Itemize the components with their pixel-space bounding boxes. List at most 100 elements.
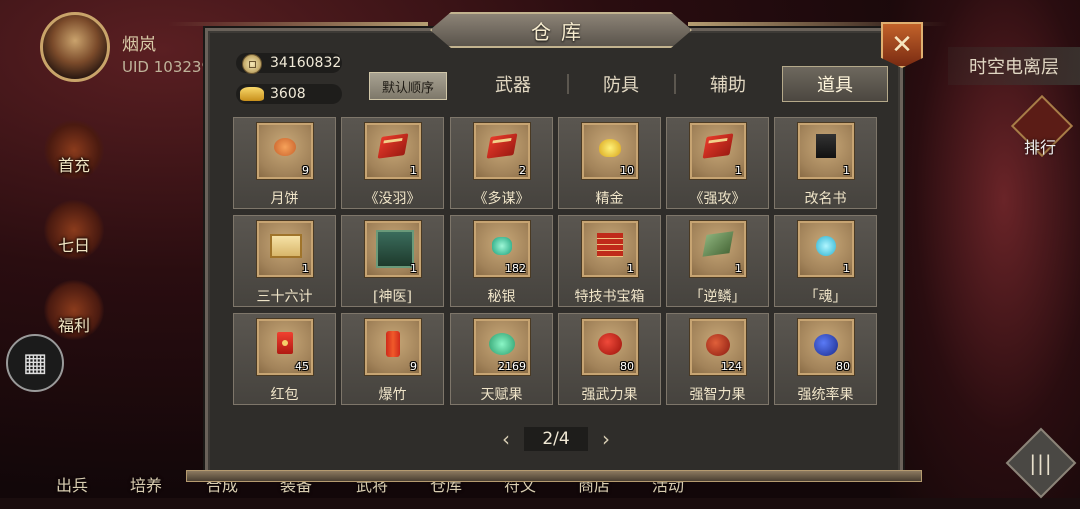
prev-page-button[interactable]: ‹: [496, 427, 516, 451]
item-slot[interactable]: 1 「逆鳞」: [666, 215, 769, 307]
sort-order-button[interactable]: 默认顺序: [369, 72, 447, 100]
page-indicator: 2/4: [524, 427, 588, 451]
item-count: 80: [836, 360, 850, 373]
pomegranate-icon: [706, 334, 730, 356]
item-count: 1: [735, 262, 742, 275]
redbooks-icon: [597, 233, 623, 257]
item-name: 《多谋》: [473, 191, 530, 207]
zone-name-banner[interactable]: 时空电离层: [948, 47, 1080, 85]
item-count: 1: [410, 164, 417, 177]
seven-day-label: 七日: [57, 236, 90, 255]
item-count: 80: [620, 360, 634, 373]
uid-label: UID: [122, 58, 149, 76]
player-uid: UID 103239: [122, 58, 211, 76]
blackbook-icon: [816, 134, 836, 158]
item-count: 1: [843, 262, 850, 275]
panel-bottom-bar: [186, 470, 922, 482]
cube-icon[interactable]: ▦: [6, 334, 64, 392]
item-slot[interactable]: 182 秘银: [450, 215, 553, 307]
item-slot[interactable]: 9 爆竹: [341, 313, 444, 405]
gold-display: 3608: [236, 84, 342, 104]
item-name: 强统率果: [797, 387, 854, 403]
tab-armor[interactable]: 防具: [568, 66, 674, 102]
item-grid: 9 月饼 1 《没羽》 2 《多谋》 10 精金 1 《强攻》 1 改名书 1 三十六计 1 [神医] 182 秘…: [233, 117, 879, 405]
item-count: 2169: [498, 360, 526, 373]
uid-value: 103239: [153, 58, 211, 76]
item-count: 2: [519, 164, 526, 177]
bluefruit-icon: [814, 334, 838, 356]
greenbook-icon: [702, 231, 734, 257]
item-name: 《没羽》: [364, 191, 421, 207]
item-count: 124: [721, 360, 742, 373]
bottom-tab-train[interactable]: 培养: [130, 472, 162, 496]
firecracker-icon: [386, 331, 400, 357]
pagination: ‹ 2/4 ›: [496, 426, 616, 452]
copper-amount: 34160832: [270, 55, 342, 71]
item-count: 10: [620, 164, 634, 177]
item-slot[interactable]: 1 《没羽》: [341, 117, 444, 209]
welfare-button[interactable]: 福利: [44, 280, 104, 340]
item-name: 改名书: [804, 191, 847, 207]
talentfruit-icon: [489, 333, 515, 355]
item-slot[interactable]: 2 《多谋》: [450, 117, 553, 209]
item-slot[interactable]: 80 强统率果: [774, 313, 877, 405]
item-name: 《强攻》: [689, 191, 746, 207]
item-slot[interactable]: 1 「魂」: [774, 215, 877, 307]
item-count: 182: [505, 262, 526, 275]
item-count: 1: [843, 164, 850, 177]
item-slot[interactable]: 1 改名书: [774, 117, 877, 209]
first-recharge-label: 首充: [57, 156, 90, 175]
tab-weapons[interactable]: 武器: [460, 66, 566, 102]
item-count: 1: [627, 262, 634, 275]
item-name: 精金: [595, 191, 624, 207]
item-slot[interactable]: 1 《强攻》: [666, 117, 769, 209]
welfare-label: 福利: [57, 316, 90, 335]
item-slot[interactable]: 1 特技书宝箱: [558, 215, 661, 307]
item-name: 特技书宝箱: [574, 289, 645, 305]
mooncake-icon: [274, 138, 296, 156]
book-icon: [702, 133, 734, 159]
gold-amount: 3608: [270, 86, 306, 102]
redfruit-icon: [598, 333, 622, 355]
rank-label: 排行: [1023, 138, 1056, 157]
item-name: [神医]: [373, 289, 412, 305]
item-name: 爆竹: [378, 387, 407, 403]
item-slot[interactable]: 1 [神医]: [341, 215, 444, 307]
item-name: 强智力果: [689, 387, 746, 403]
item-name: 三十六计: [256, 289, 313, 305]
scroll-icon: [270, 234, 302, 258]
player-avatar[interactable]: [40, 12, 110, 82]
seven-day-button[interactable]: 七日: [44, 200, 104, 260]
gold-icon: [599, 139, 621, 157]
zone-name: 时空电离层: [969, 57, 1059, 78]
item-name: 红包: [270, 387, 299, 403]
item-count: 9: [302, 164, 309, 177]
item-count: 45: [295, 360, 309, 373]
rank-button[interactable]: 排行: [1010, 98, 1070, 158]
tab-accessories[interactable]: 辅助: [675, 66, 781, 102]
book-icon: [486, 133, 518, 159]
panel-title-plaque: 仓库: [430, 12, 692, 48]
bottom-tab-dispatch[interactable]: 出兵: [56, 472, 88, 496]
item-slot[interactable]: 45 红包: [233, 313, 336, 405]
copper-display: 34160832: [236, 53, 342, 74]
next-page-button[interactable]: ›: [596, 427, 616, 451]
item-count: 1: [410, 262, 417, 275]
panel-title: 仓库: [531, 19, 591, 44]
item-slot[interactable]: 124 强智力果: [666, 313, 769, 405]
soul-icon: [816, 236, 836, 256]
copper-coin-icon: [242, 54, 262, 74]
tab-items[interactable]: 道具: [782, 66, 888, 102]
item-slot[interactable]: 80 强武力果: [558, 313, 661, 405]
first-recharge-button[interactable]: 首充: [44, 120, 104, 180]
player-name: 烟岚: [122, 35, 156, 55]
item-slot[interactable]: 1 三十六计: [233, 215, 336, 307]
item-slot[interactable]: 2169 天赋果: [450, 313, 553, 405]
item-slot[interactable]: 10 精金: [558, 117, 661, 209]
item-name: 「逆鳞」: [689, 289, 746, 305]
item-count: 9: [410, 360, 417, 373]
book-icon: [377, 133, 409, 159]
item-slot[interactable]: 9 月饼: [233, 117, 336, 209]
title-wing-left: [168, 22, 428, 26]
item-name: 「魂」: [804, 289, 847, 305]
